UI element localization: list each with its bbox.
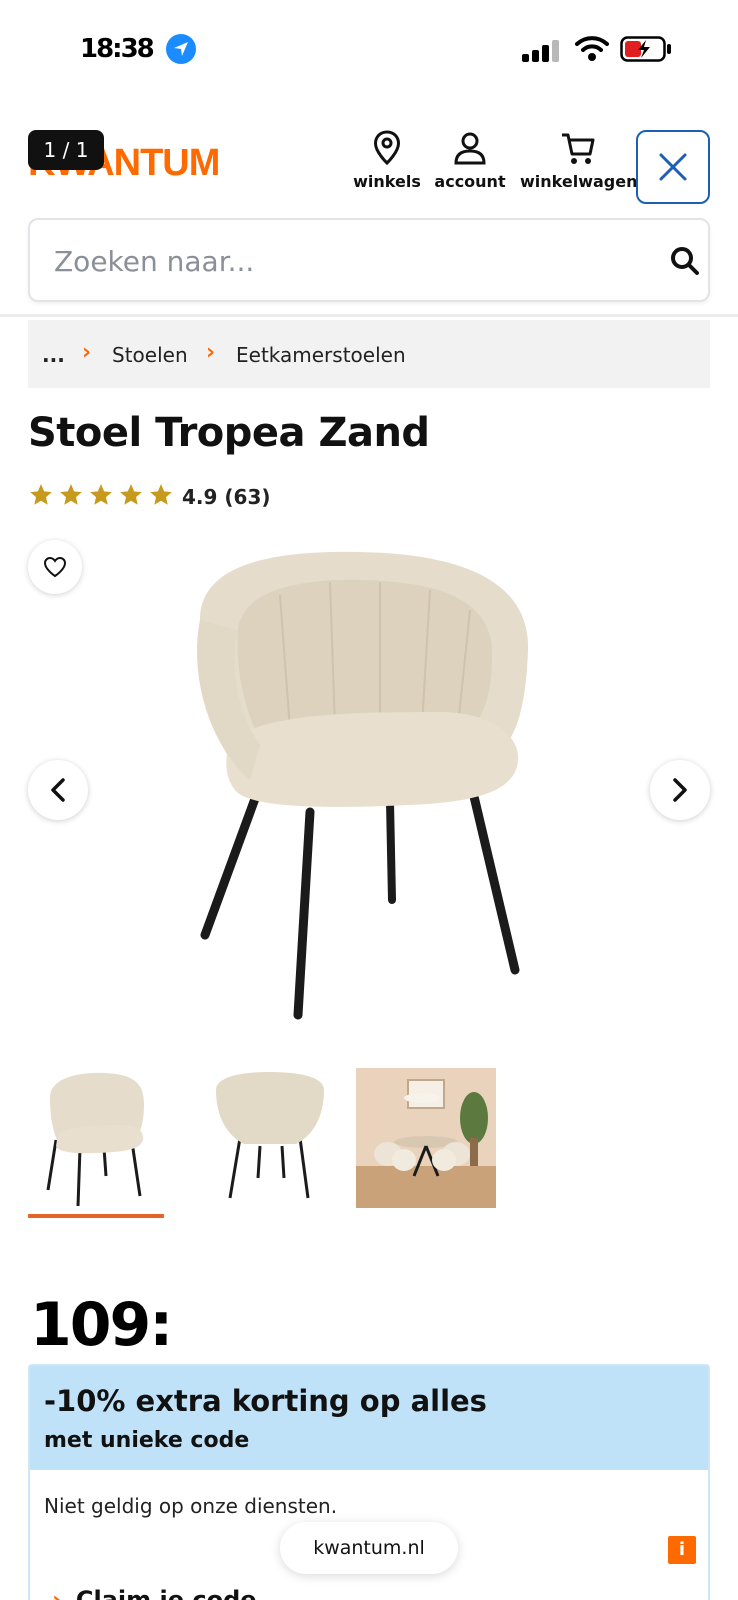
signal-icon <box>522 38 562 62</box>
promo-subtitle: met unieke code <box>44 1428 250 1453</box>
thumbnail-active-indicator <box>28 1214 164 1218</box>
nav-account[interactable]: account <box>430 130 510 191</box>
product-price: 109: <box>30 1290 173 1360</box>
breadcrumb-eetkamerstoelen[interactable]: Eetkamerstoelen <box>236 343 406 367</box>
nav-winkels-label: winkels <box>353 172 421 191</box>
nav-winkels[interactable]: winkels <box>352 130 422 191</box>
close-icon <box>659 153 687 181</box>
breadcrumb-stoelen[interactable]: Stoelen <box>112 343 188 367</box>
promo-header: -10% extra korting op alles met unieke c… <box>30 1366 708 1470</box>
search-input[interactable] <box>54 238 614 284</box>
star-icon <box>60 484 82 505</box>
gallery-next-button[interactable] <box>650 760 710 820</box>
chevron-right-icon <box>673 778 687 802</box>
status-time: 18:38 <box>80 34 155 64</box>
heart-icon <box>43 556 67 578</box>
battery-charging-icon <box>620 36 671 62</box>
star-icon <box>120 484 142 505</box>
browser-url-pill[interactable]: kwantum.nl <box>280 1522 458 1574</box>
star-icon <box>30 484 52 505</box>
thumbnail-front[interactable] <box>28 1068 168 1208</box>
star-icon <box>150 484 172 505</box>
product-title: Stoel Tropea Zand <box>28 410 430 456</box>
search-icon[interactable] <box>670 246 700 276</box>
breadcrumb: ... › Stoelen › Eetkamerstoelen <box>28 320 710 388</box>
thumbnail-back[interactable] <box>200 1068 340 1208</box>
cart-icon <box>562 133 595 164</box>
status-bar: 18:38 <box>0 0 738 100</box>
chevron-right-icon: › <box>82 340 92 365</box>
breadcrumb-ellipsis[interactable]: ... <box>42 343 65 367</box>
claim-code-label: Claim je code <box>75 1586 257 1600</box>
star-icon <box>90 484 112 505</box>
chevron-left-icon <box>51 778 65 802</box>
close-button[interactable] <box>636 130 710 204</box>
product-gallery <box>0 530 738 1050</box>
location-pin-icon <box>373 130 401 166</box>
search-bar <box>28 218 710 302</box>
thumbnail-strip <box>0 1058 738 1218</box>
nav-winkelwagen-label: winkelwagen <box>520 172 636 191</box>
promo-title: -10% extra korting op alles <box>44 1384 487 1418</box>
header-divider <box>0 314 738 317</box>
thumbnail-room[interactable] <box>356 1068 496 1208</box>
chevron-right-icon: › <box>206 340 216 365</box>
nav-winkelwagen[interactable]: winkelwagen <box>520 130 636 191</box>
chevron-right-icon: › <box>52 1586 62 1600</box>
product-main-image <box>197 551 529 1020</box>
gallery-prev-button[interactable] <box>28 760 88 820</box>
nav-account-label: account <box>434 172 506 191</box>
site-header: KWANTUM 1 / 1 winkels account winkelwage… <box>0 120 738 210</box>
promo-note: Niet geldig op onze diensten. <box>44 1494 338 1518</box>
page-counter: 1 / 1 <box>28 130 104 170</box>
location-arrow-icon <box>166 34 196 64</box>
claim-code-link[interactable]: › Claim je code <box>52 1586 257 1600</box>
info-icon[interactable]: i <box>668 1536 696 1564</box>
favorite-button[interactable] <box>28 540 82 594</box>
rating-text: 4.9 (63) <box>182 485 271 509</box>
user-icon <box>454 132 486 165</box>
wifi-icon <box>575 36 609 61</box>
